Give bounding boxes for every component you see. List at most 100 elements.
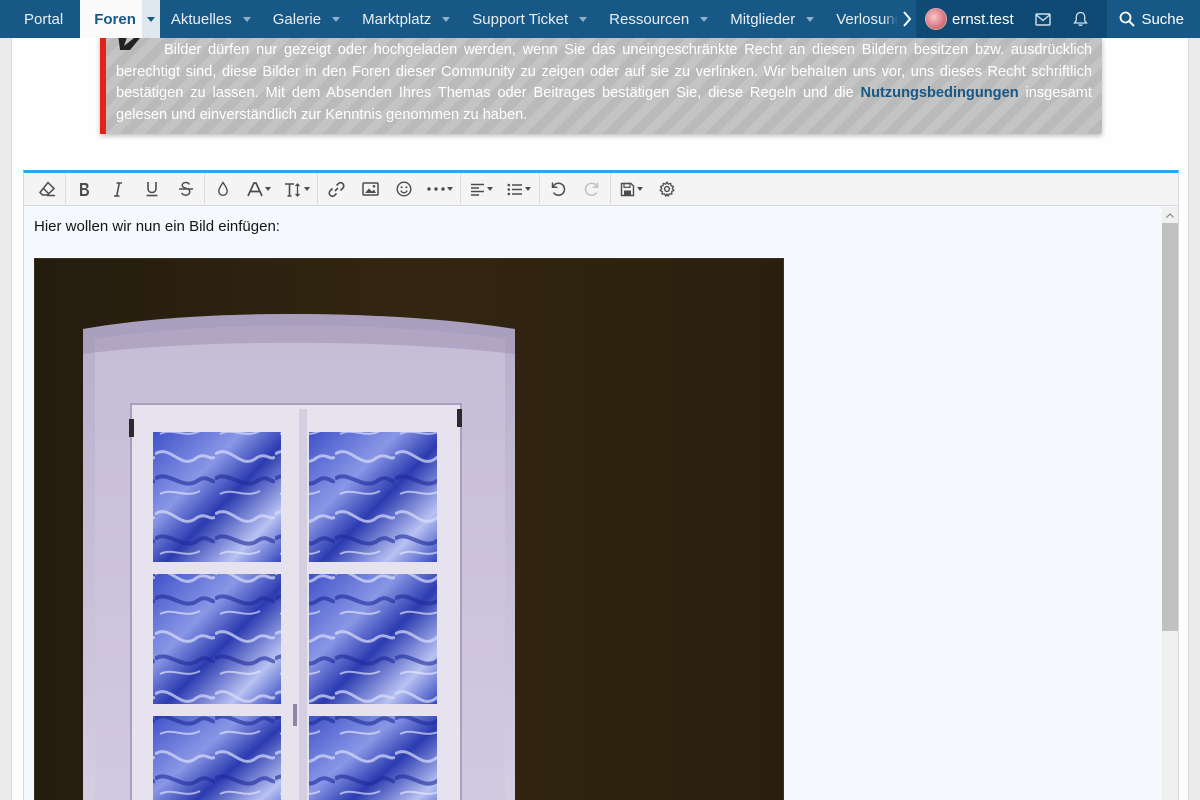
nav-tab-foren-dropdown[interactable] (141, 0, 160, 38)
caret-down-icon (636, 187, 643, 191)
avatar (925, 8, 947, 30)
font-family-icon (247, 181, 263, 196)
image-rules-notice: Bilder dürfen nur gezeigt oder hochgelad… (100, 34, 1102, 134)
underline-button[interactable] (135, 173, 169, 206)
editor-content[interactable]: Hier wollen wir nun ein Bild einfügen: (24, 207, 1162, 800)
nav-tab-foren[interactable]: Foren (80, 0, 160, 38)
editor-text-line[interactable]: Hier wollen wir nun ein Bild einfügen: (34, 218, 280, 235)
caret-down-icon[interactable] (579, 16, 588, 22)
toolbar-separator (204, 172, 205, 206)
page-body: Bilder dürfen nur gezeigt oder hochgelad… (11, 34, 1189, 800)
underline-icon (146, 182, 158, 197)
drafts-button[interactable] (612, 173, 650, 206)
italic-icon (114, 181, 122, 197)
top-navigation: Portal Foren Aktuelles Galerie Marktplat… (0, 0, 1200, 38)
search-button[interactable]: Suche (1107, 0, 1200, 38)
chevron-right-icon (903, 11, 912, 27)
more-options-icon (427, 187, 445, 191)
font-size-button[interactable] (278, 173, 316, 206)
nav-tab-label: Support Ticket (472, 10, 569, 28)
nav-tab-label: Verlosungen (836, 10, 897, 28)
chevron-up-icon (1166, 212, 1174, 218)
bold-icon (80, 182, 89, 196)
terms-link[interactable]: Nutzungsbedingungen (861, 85, 1019, 101)
font-family-button[interactable] (240, 173, 278, 206)
italic-button[interactable] (101, 173, 135, 206)
nav-tab-galerie[interactable]: Galerie (262, 0, 351, 38)
nav-tab-support-ticket[interactable]: Support Ticket (461, 0, 598, 38)
caret-down-icon (265, 187, 271, 191)
nav-more-button[interactable] (898, 0, 916, 38)
nav-tab-verlosungen[interactable]: Verlosungen (825, 0, 897, 38)
settings-icon (659, 181, 675, 197)
user-account-link[interactable]: ernst.test (916, 0, 1024, 38)
nav-tab-label: Galerie (272, 10, 322, 28)
editor-scrollbar[interactable] (1162, 207, 1178, 800)
caret-down-icon (447, 187, 453, 191)
nav-tab-marktplatz[interactable]: Marktplatz (351, 0, 461, 38)
alerts-button[interactable] (1062, 0, 1100, 38)
search-icon (1120, 11, 1136, 27)
nav-tab-label: Ressourcen (609, 10, 690, 28)
text-color-icon (218, 181, 228, 197)
nav-tab-label: Marktplatz (362, 10, 432, 28)
align-icon (470, 183, 484, 196)
toolbar-separator (539, 172, 540, 206)
message-editor: Hier wollen wir nun ein Bild einfügen: (23, 170, 1179, 800)
nav-tabs: Portal Foren Aktuelles Galerie Marktplat… (0, 0, 916, 38)
strikethrough-icon (179, 181, 193, 196)
caret-down-icon (146, 16, 155, 22)
inbox-button[interactable] (1024, 0, 1062, 38)
caret-down-icon (486, 187, 493, 191)
notice-text: Bilder dürfen nur gezeigt oder hochgelad… (116, 40, 1092, 126)
smiley-icon (396, 181, 412, 197)
caret-down-icon (304, 187, 310, 191)
font-size-icon (285, 182, 300, 197)
redo-button[interactable] (575, 173, 609, 206)
undo-icon (551, 182, 566, 196)
undo-button[interactable] (541, 173, 575, 206)
embedded-image[interactable] (34, 258, 784, 800)
toolbar-separator (610, 172, 611, 206)
strikethrough-button[interactable] (169, 173, 203, 206)
align-button[interactable] (462, 173, 500, 206)
insert-smiley-button[interactable] (387, 173, 421, 206)
toolbar-separator (65, 172, 66, 206)
nav-tab-portal[interactable]: Portal (0, 0, 80, 38)
clear-formatting-button[interactable] (30, 173, 64, 206)
eraser-icon (38, 181, 56, 197)
editor-toolbar (24, 172, 1178, 206)
drafts-icon (620, 182, 634, 196)
toolbar-separator (460, 172, 461, 206)
scroll-up-button[interactable] (1162, 207, 1178, 223)
insert-image-button[interactable] (353, 173, 387, 206)
window-photo (35, 259, 783, 800)
caret-down-icon[interactable] (442, 16, 451, 22)
nav-tab-ressourcen[interactable]: Ressourcen (598, 0, 719, 38)
search-label: Suche (1141, 10, 1184, 28)
caret-down-icon[interactable] (242, 16, 251, 22)
envelope-icon (1035, 12, 1051, 26)
image-icon (361, 182, 379, 196)
bold-button[interactable] (67, 173, 101, 206)
caret-down-icon[interactable] (332, 16, 341, 22)
caret-down-icon[interactable] (806, 16, 815, 22)
insert-link-button[interactable] (319, 173, 353, 206)
nav-tab-aktuelles[interactable]: Aktuelles (160, 0, 262, 38)
text-color-button[interactable] (206, 173, 240, 206)
list-button[interactable] (500, 173, 538, 206)
editor-settings-button[interactable] (650, 173, 684, 206)
redo-icon (584, 182, 599, 196)
nav-tab-mitglieder[interactable]: Mitglieder (719, 0, 825, 38)
caret-down-icon (525, 187, 531, 191)
user-navigation: ernst.test Suche (916, 0, 1200, 38)
more-options-button[interactable] (421, 173, 459, 206)
nav-tab-label: Foren (94, 10, 136, 28)
notice-accent-bar (100, 38, 106, 134)
scrollbar-thumb[interactable] (1162, 223, 1178, 631)
nav-tab-label: Mitglieder (730, 10, 796, 28)
caret-down-icon[interactable] (700, 16, 709, 22)
nav-tab-label: Portal (24, 10, 64, 28)
bell-icon (1073, 11, 1088, 26)
toolbar-separator (317, 172, 318, 206)
